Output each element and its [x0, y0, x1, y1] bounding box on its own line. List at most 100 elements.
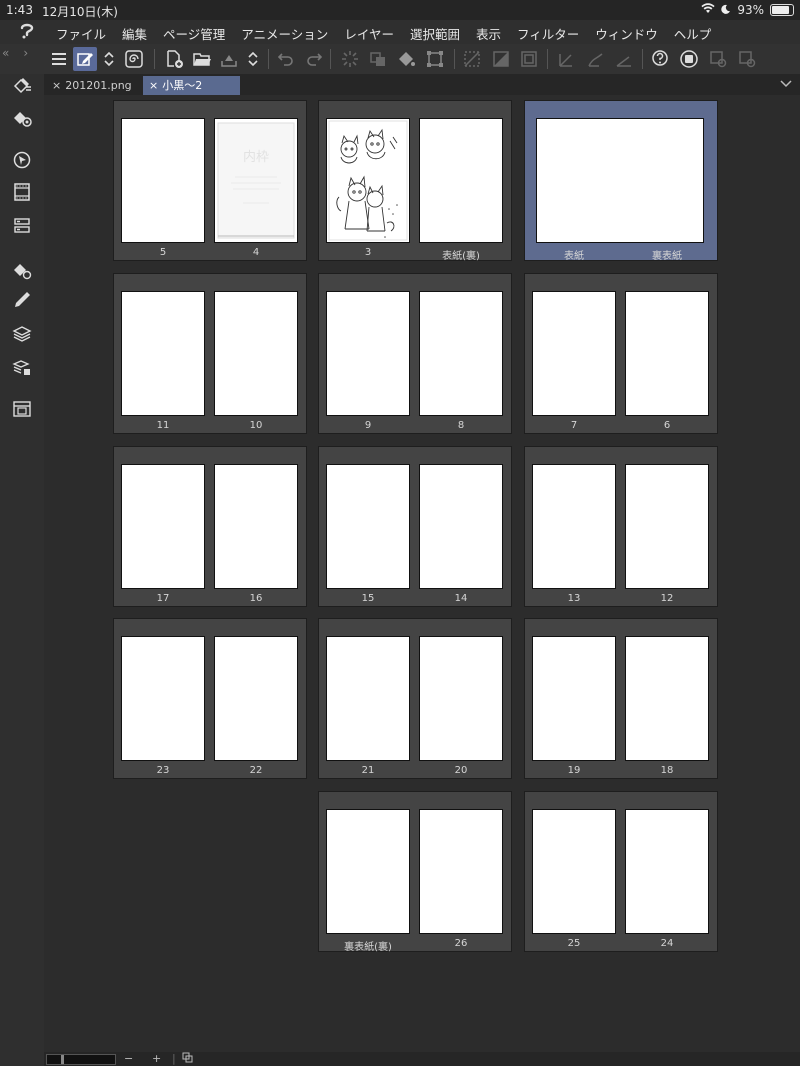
material-icon[interactable] [12, 358, 32, 378]
page-label: 3 [364, 247, 372, 258]
thumbnail-size-icon[interactable] [182, 1052, 193, 1066]
menu-item[interactable]: 編集 [122, 24, 147, 43]
page-thumbnail[interactable] [626, 810, 708, 933]
invert-selection-icon[interactable] [489, 47, 513, 71]
page-thumbnail[interactable] [420, 119, 502, 242]
layers-icon[interactable] [12, 324, 32, 344]
page-spread[interactable]: 19 18 [525, 619, 717, 778]
close-icon[interactable]: × [149, 79, 158, 92]
menu-items: ファイル 編集 ページ管理 アニメーション レイヤー 選択範囲 表示 フィルター ウィンドウ ヘル… [56, 24, 711, 43]
deselect-icon[interactable] [460, 47, 484, 71]
settings-layer-icon[interactable] [706, 47, 730, 71]
app-logo-icon[interactable] [18, 22, 36, 40]
pen-icon[interactable] [12, 290, 32, 310]
stepper-icon[interactable] [101, 47, 117, 71]
page-thumbnail[interactable] [215, 292, 297, 415]
companion-icon[interactable] [677, 47, 701, 71]
page-thumbnail[interactable] [327, 637, 409, 760]
page-thumbnail[interactable] [533, 465, 615, 588]
page-spread[interactable]: 17 16 [114, 447, 306, 606]
page-thumbnail[interactable] [420, 465, 502, 588]
page-thumbnail[interactable] [327, 810, 409, 933]
close-icon[interactable]: × [52, 79, 61, 92]
page-spread[interactable]: 表紙 裏表紙 [525, 101, 717, 262]
transform-icon[interactable] [423, 47, 447, 71]
page-spread[interactable]: 76 [525, 274, 717, 433]
page-thumbnail[interactable] [626, 637, 708, 760]
export-icon[interactable] [217, 47, 241, 71]
sub-tool-icon[interactable] [12, 74, 32, 94]
fill-icon[interactable] [394, 47, 418, 71]
edit-page-icon[interactable] [73, 47, 97, 71]
ruler-icon[interactable] [555, 47, 579, 71]
page-thumbnail[interactable] [327, 119, 409, 242]
page-thumbnail[interactable] [626, 465, 708, 588]
menu-item[interactable]: アニメーション [241, 24, 328, 43]
zoom-slider[interactable] [46, 1054, 116, 1065]
menu-item[interactable]: 表示 [476, 24, 501, 43]
page-spread[interactable]: 15 14 [319, 447, 511, 606]
tab-201201[interactable]: × 201201.png [46, 76, 142, 95]
page-thumbnail[interactable] [122, 119, 204, 242]
menu-icon[interactable] [47, 47, 71, 71]
menu-item[interactable]: フィルター [517, 24, 579, 43]
page-thumbnail-cover[interactable] [537, 119, 703, 242]
page-thumbnail[interactable] [420, 637, 502, 760]
page-thumbnail[interactable] [533, 292, 615, 415]
divider: | [172, 1052, 176, 1065]
settings-canvas-icon[interactable] [735, 47, 759, 71]
page-spread[interactable]: 3 表紙(裏) [319, 101, 511, 262]
page-thumbnail[interactable] [122, 292, 204, 415]
page-spread[interactable]: 21 20 [319, 619, 511, 778]
menu-item[interactable]: ヘルプ [674, 24, 712, 43]
page-spread[interactable]: 25 24 [525, 792, 717, 951]
zoom-out-button[interactable]: − [124, 1052, 133, 1065]
curve-ruler-icon[interactable] [584, 47, 608, 71]
undo-icon[interactable] [274, 47, 298, 71]
navigator-icon[interactable] [12, 150, 32, 170]
page-management-icon[interactable] [12, 399, 32, 419]
zoom-in-button[interactable]: + [152, 1052, 161, 1065]
page-thumbnail[interactable] [215, 465, 297, 588]
loading-icon[interactable] [338, 47, 362, 71]
new-file-icon[interactable] [162, 47, 186, 71]
tool-property-icon[interactable] [12, 108, 32, 128]
page-thumbnail[interactable] [420, 292, 502, 415]
page-spread[interactable]: 11 10 [114, 274, 306, 433]
page-thumbnail[interactable]: 内枠 [215, 119, 297, 242]
timeline-icon[interactable] [12, 182, 32, 202]
zoom-slider-thumb[interactable] [61, 1055, 64, 1064]
collapse-panel-icon[interactable]: «› [2, 46, 42, 66]
export-stepper-icon[interactable] [245, 47, 261, 71]
page-thumbnail[interactable] [420, 810, 502, 933]
spiral-icon[interactable] [122, 47, 146, 71]
menu-item[interactable]: ファイル [56, 24, 106, 43]
copy-layer-icon[interactable] [366, 47, 390, 71]
page-thumbnail[interactable] [327, 292, 409, 415]
redo-icon[interactable] [302, 47, 326, 71]
page-thumbnail[interactable] [327, 465, 409, 588]
page-spread[interactable]: 98 [319, 274, 511, 433]
perspective-ruler-icon[interactable] [612, 47, 636, 71]
page-spread[interactable]: 23 22 [114, 619, 306, 778]
page-thumbnail[interactable] [626, 292, 708, 415]
menu-item[interactable]: レイヤー [344, 24, 394, 43]
page-thumbnail[interactable] [122, 637, 204, 760]
help-icon[interactable] [648, 47, 672, 71]
tab-current-document[interactable]: × 小黒〜2 [143, 76, 240, 95]
sub-tool-detail-icon[interactable] [12, 260, 32, 280]
chevron-down-icon[interactable] [780, 77, 792, 91]
menu-item[interactable]: ページ管理 [163, 24, 225, 43]
page-thumbnail[interactable] [122, 465, 204, 588]
open-folder-icon[interactable] [190, 47, 214, 71]
page-spread[interactable]: 13 12 [525, 447, 717, 606]
select-border-icon[interactable] [517, 47, 541, 71]
page-spread[interactable]: 5 内枠 4 [114, 101, 306, 260]
page-thumbnail[interactable] [533, 637, 615, 760]
menu-item[interactable]: 選択範囲 [410, 24, 460, 43]
layer-property-icon[interactable] [12, 216, 32, 236]
page-spread[interactable]: 裏表紙(裏) 26 [319, 792, 511, 953]
page-thumbnail[interactable] [533, 810, 615, 933]
page-thumbnail[interactable] [215, 637, 297, 760]
menu-item[interactable]: ウィンドウ [595, 24, 658, 43]
